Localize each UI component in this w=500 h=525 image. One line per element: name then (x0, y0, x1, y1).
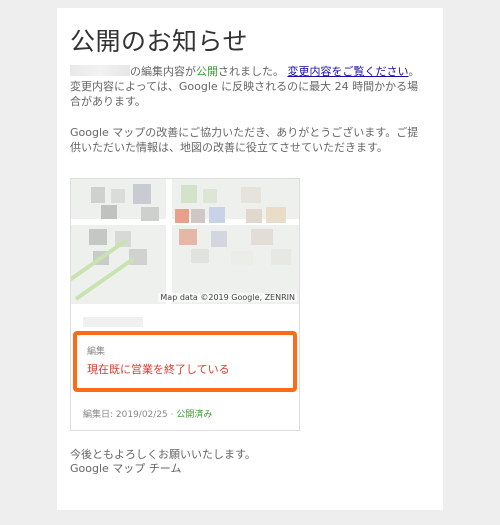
map-thumbnail[interactable]: Map data ©2019 Google, ZENRIN (71, 179, 299, 304)
page-title: 公開のお知らせ (70, 27, 249, 56)
edit-card[interactable]: Map data ©2019 Google, ZENRIN 編集 現在既に営業を… (70, 178, 300, 431)
redacted-place-name (70, 65, 130, 76)
closing-line-1: 今後ともよろしくお願いいたします。 (70, 448, 256, 461)
map-attribution: Map data ©2019 Google, ZENRIN (158, 293, 297, 302)
edit-type-label: 編集 (87, 347, 106, 357)
closing-text: 今後ともよろしくお願いいたします。 Google マップ チーム (70, 448, 256, 476)
view-changes-link[interactable]: 変更内容をご覧ください (288, 65, 409, 78)
signature: Google マップ チーム (70, 462, 182, 475)
intro-paragraph: の編集内容が公開されました。 変更内容をご覧ください。変更内容によっては、Goo… (70, 65, 420, 108)
thanks-paragraph: Google マップの改善にご協力いただき、ありがとうございます。ご提供いただい… (70, 126, 419, 154)
redacted-place-label (83, 317, 143, 327)
published-status-text: 公開 (196, 65, 218, 78)
edit-status-badge: 公開済み (176, 410, 213, 420)
highlighted-edit: 編集 現在既に営業を終了している (73, 331, 297, 392)
edit-date: 編集日: 2019/02/25 · 公開済み (83, 410, 213, 420)
edit-value: 現在既に営業を終了している (87, 363, 230, 376)
email-body: 公開のお知らせ の編集内容が公開されました。 変更内容をご覧ください。変更内容に… (57, 8, 443, 510)
